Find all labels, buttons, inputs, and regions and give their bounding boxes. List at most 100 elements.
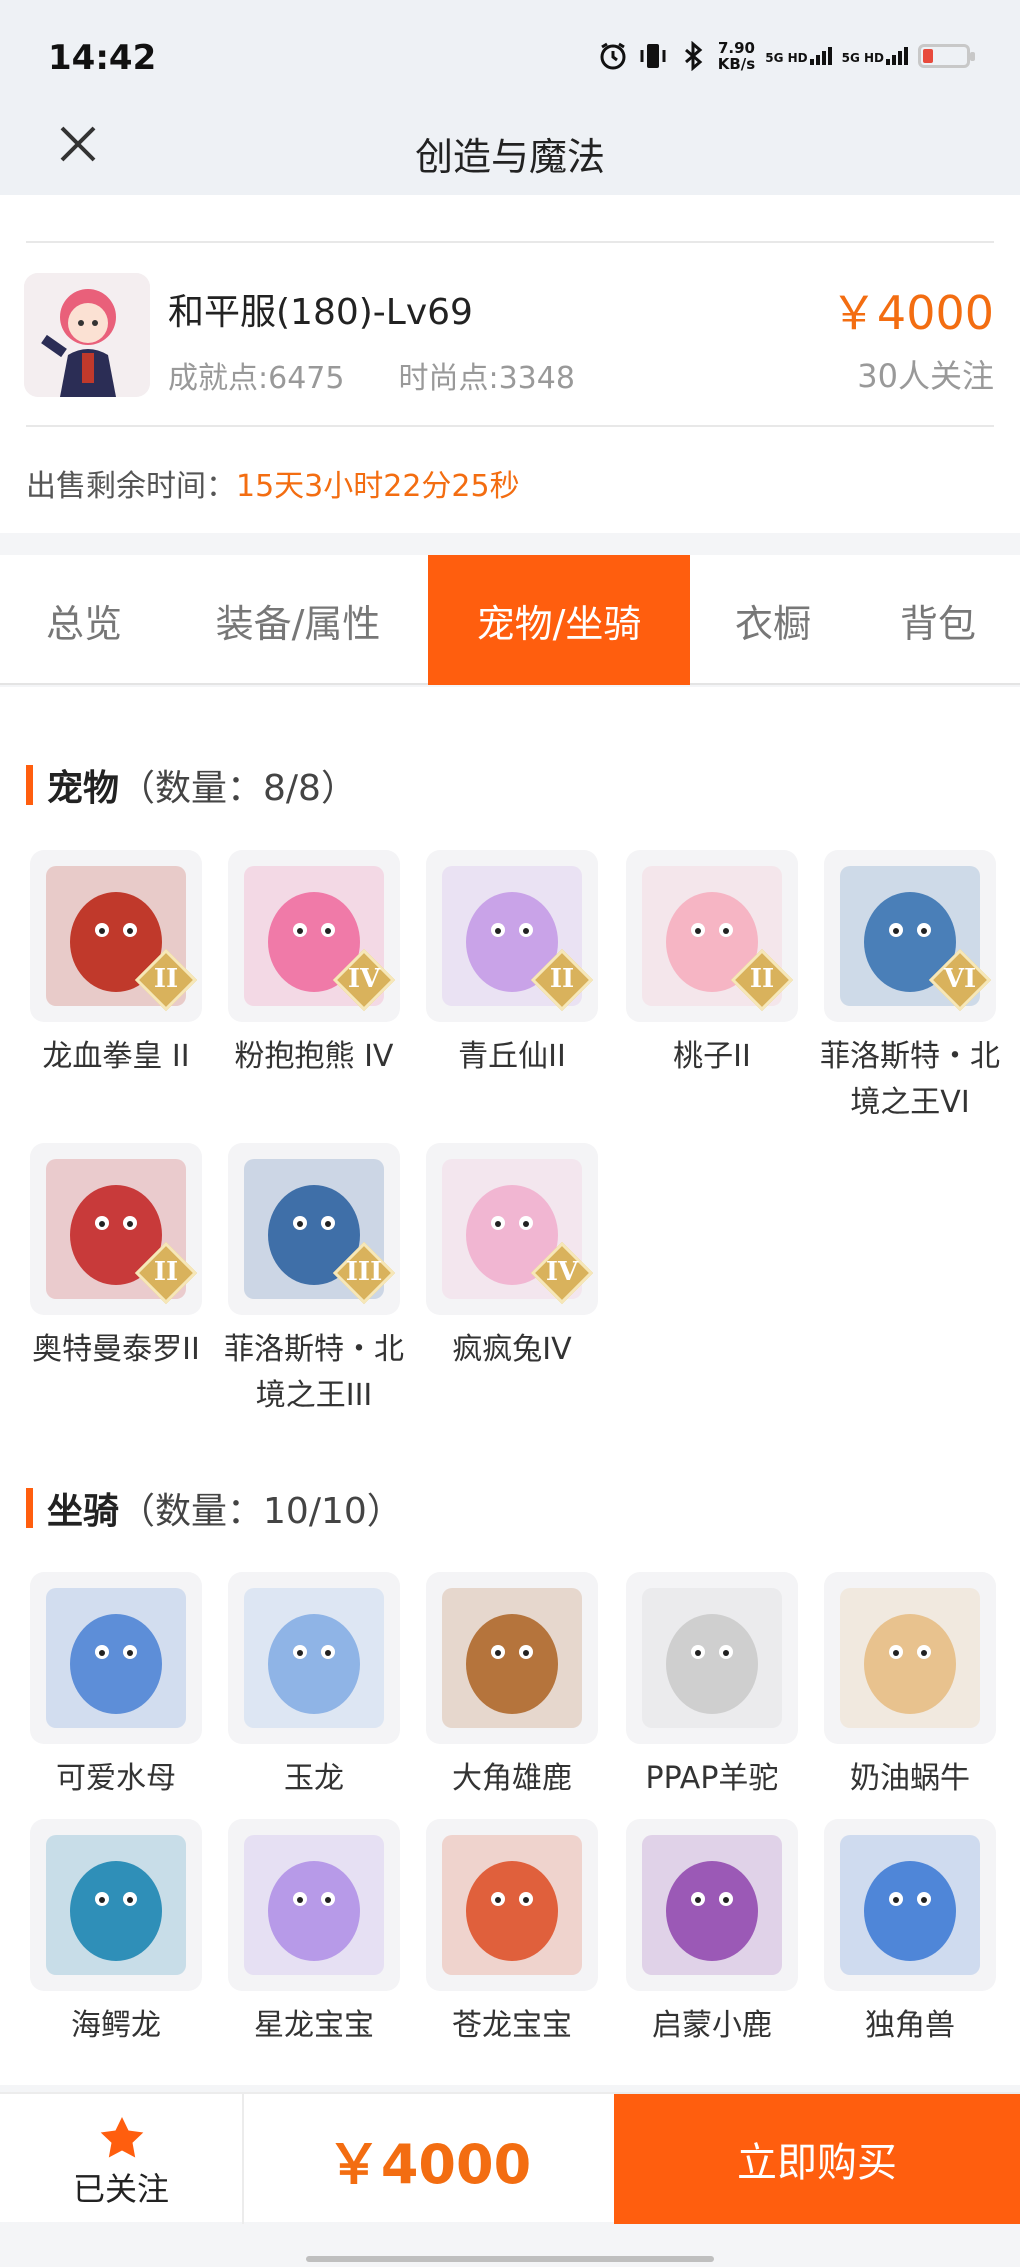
- pets-name: 菲洛斯特・北境之王VI: [820, 1039, 1000, 1120]
- pets-name: 奥特曼泰罗II: [32, 1332, 200, 1367]
- mounts-name: 可爱水母: [56, 1761, 176, 1796]
- mounts-thumbnail: [228, 1572, 400, 1744]
- pets-item[interactable]: VI 菲洛斯特・北境之王VI: [820, 850, 1000, 1126]
- mounts-name: 奶油蜗牛: [850, 1761, 970, 1796]
- pets-name: 龙血拳皇 II: [42, 1039, 190, 1074]
- grade-badge: II: [530, 948, 594, 1012]
- mounts-item[interactable]: PPAP羊驼: [622, 1572, 802, 1802]
- previous-row-cut: [26, 195, 994, 243]
- mounts-thumbnail: [30, 1819, 202, 1991]
- pets-thumbnail: II: [626, 850, 798, 1022]
- page-title: 创造与魔法: [414, 135, 605, 179]
- mounts-name: 启蒙小鹿: [652, 2008, 772, 2043]
- status-icons: 7.90 KB/s 5G HD 5G HD: [598, 39, 975, 73]
- mounts-item[interactable]: 大角雄鹿: [422, 1572, 602, 1802]
- network-speed: 7.90 KB/s: [717, 39, 756, 73]
- role-price: ￥4000: [830, 286, 994, 340]
- mounts-item[interactable]: 奶油蜗牛: [820, 1572, 1000, 1802]
- vibrate-icon: [638, 41, 668, 71]
- status-time: 14:42: [48, 38, 157, 78]
- grade-badge: II: [730, 948, 794, 1012]
- mounts-name: 大角雄鹿: [452, 1761, 572, 1796]
- pets-thumbnail: II: [30, 850, 202, 1022]
- mounts-item[interactable]: 星龙宝宝: [224, 1819, 404, 2049]
- pets-item[interactable]: IV 疯疯兔IV: [422, 1143, 602, 1373]
- pets-mounts-panel: 宠物 （数量：8/8） II 龙血拳皇 II IV 粉抱抱熊 IV II 青丘仙II II 桃子…: [0, 687, 1020, 2085]
- role-info-card: 和平服(180)-Lv69 成就点:6475 时尚点:3348 ￥4000 30…: [0, 195, 1020, 533]
- mounts-name: 独角兽: [865, 2008, 955, 2043]
- pets-thumbnail: II: [30, 1143, 202, 1315]
- grade-badge: IV: [530, 1241, 594, 1305]
- signal-2: 5G HD: [842, 47, 908, 65]
- section-accent-bar: [26, 1488, 33, 1528]
- mounts-thumbnail: [228, 1819, 400, 1991]
- pets-item[interactable]: II 龙血拳皇 II: [26, 850, 206, 1080]
- pets-item[interactable]: II 奥特曼泰罗II: [26, 1143, 206, 1373]
- pets-item[interactable]: II 青丘仙II: [422, 850, 602, 1080]
- mounts-thumbnail: [426, 1819, 598, 1991]
- mounts-name: 星龙宝宝: [254, 2008, 374, 2043]
- section-accent-bar: [26, 765, 33, 805]
- pets-name: 桃子II: [673, 1039, 751, 1074]
- achievement-points: 成就点:6475: [168, 361, 345, 396]
- mounts-item[interactable]: 可爱水母: [26, 1572, 206, 1802]
- mounts-name: 苍龙宝宝: [452, 2008, 572, 2043]
- mounts-name: 玉龙: [284, 1761, 344, 1796]
- mounts-thumbnail: [626, 1819, 798, 1991]
- grade-badge: III: [332, 1241, 396, 1305]
- mounts-item[interactable]: 海鳄龙: [26, 1819, 206, 2049]
- mounts-name: 海鳄龙: [71, 2008, 161, 2043]
- pets-item[interactable]: II 桃子II: [622, 850, 802, 1080]
- tab-wardrobe[interactable]: 衣橱: [690, 555, 856, 685]
- tab-backpack[interactable]: 背包: [856, 555, 1020, 685]
- home-indicator[interactable]: [306, 2256, 714, 2262]
- pets-item[interactable]: III 菲洛斯特・北境之王III: [224, 1143, 404, 1419]
- pets-name: 疯疯兔IV: [452, 1332, 572, 1367]
- grade-badge: IV: [332, 948, 396, 1012]
- mounts-thumbnail: [426, 1572, 598, 1744]
- mounts-item[interactable]: 苍龙宝宝: [422, 1819, 602, 2049]
- grade-badge: II: [134, 948, 198, 1012]
- pets-item[interactable]: IV 粉抱抱熊 IV: [224, 850, 404, 1080]
- fashion-points: 时尚点:3348: [398, 361, 575, 396]
- buy-now-button[interactable]: 立即购买: [614, 2094, 1020, 2224]
- grade-badge: VI: [928, 948, 992, 1012]
- pets-thumbnail: IV: [228, 850, 400, 1022]
- pets-section-title: 宠物 （数量：8/8）: [26, 759, 357, 811]
- tab-overview[interactable]: 总览: [0, 555, 168, 685]
- mounts-thumbnail: [30, 1572, 202, 1744]
- role-points: 成就点:6475 时尚点:3348: [168, 353, 575, 397]
- status-bar: 14:42 7.90 KB/s 5G HD 5G HD: [0, 0, 1020, 100]
- mounts-thumbnail: [626, 1572, 798, 1744]
- mounts-name: PPAP羊驼: [645, 1761, 779, 1796]
- pets-thumbnail: III: [228, 1143, 400, 1315]
- mounts-item[interactable]: 启蒙小鹿: [622, 1819, 802, 2049]
- signal-bars-icon: [809, 47, 832, 65]
- star-icon: [100, 2117, 144, 2158]
- detail-tabs: 总览 装备/属性 宠物/坐骑 衣橱 背包: [0, 555, 1020, 685]
- battery-icon: [918, 44, 975, 68]
- pets-thumbnail: VI: [824, 850, 996, 1022]
- tab-equipment[interactable]: 装备/属性: [168, 555, 428, 685]
- signal-1: 5G HD: [765, 47, 832, 65]
- pets-name: 青丘仙II: [458, 1039, 566, 1074]
- mounts-item[interactable]: 独角兽: [820, 1819, 1000, 2049]
- sale-remaining-time: 出售剩余时间：15天3小时22分25秒: [26, 469, 520, 504]
- mounts-section-title: 坐骑 （数量：10/10）: [26, 1482, 403, 1534]
- remaining-time-value: 15天3小时22分25秒: [236, 469, 520, 504]
- title-bar: 创造与魔法: [0, 100, 1020, 195]
- alarm-icon: [598, 41, 628, 71]
- mounts-thumbnail: [824, 1572, 996, 1744]
- signal-bars-icon: [886, 47, 908, 65]
- pets-thumbnail: IV: [426, 1143, 598, 1315]
- mounts-item[interactable]: 玉龙: [224, 1572, 404, 1802]
- follow-label: 已关注: [72, 2170, 169, 2208]
- tab-pets-mounts[interactable]: 宠物/坐骑: [428, 555, 690, 685]
- follower-count: 30人关注: [857, 357, 994, 395]
- pets-thumbnail: II: [426, 850, 598, 1022]
- bottom-action-bar: 已关注 ￥4000 立即购买: [0, 2092, 1020, 2224]
- role-name: 和平服(180)-Lv69: [168, 292, 473, 333]
- follow-button[interactable]: 已关注: [0, 2094, 244, 2224]
- divider: [26, 425, 994, 427]
- bottom-price: ￥4000: [326, 2132, 532, 2196]
